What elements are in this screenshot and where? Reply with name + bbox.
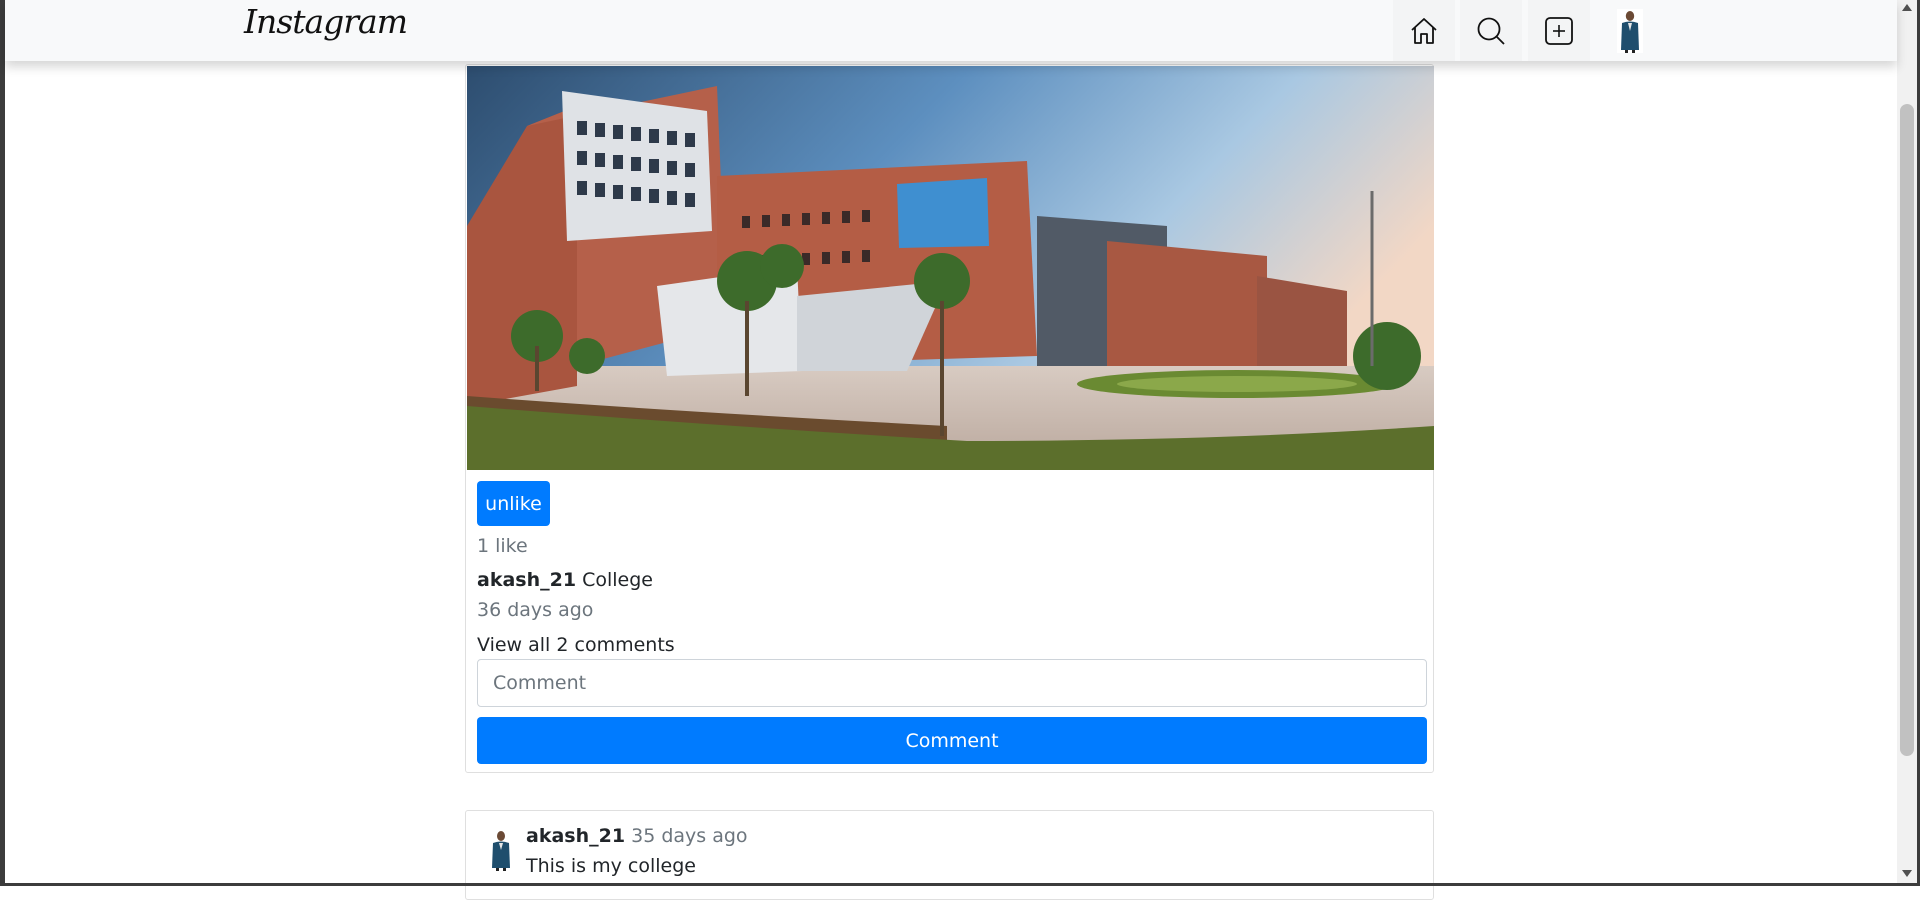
add-post-icon (1545, 16, 1573, 45)
window-frame-left (0, 0, 5, 886)
post-username[interactable]: akash_21 (477, 569, 576, 591)
comment-username[interactable]: akash_21 (526, 825, 625, 847)
search-button[interactable] (1460, 0, 1522, 61)
comment-submit-button[interactable]: Comment (477, 717, 1427, 764)
instagram-logo[interactable]: Instagram (244, 2, 408, 41)
view-all-comments-link[interactable]: View all 2 comments (477, 634, 675, 656)
commenter-avatar-icon[interactable] (488, 829, 514, 871)
comment-text: This is my college (526, 855, 696, 877)
add-post-button[interactable] (1528, 0, 1590, 61)
home-icon (1411, 17, 1437, 44)
search-icon (1477, 17, 1505, 45)
scroll-down-arrow-icon[interactable] (1902, 870, 1912, 877)
post-caption: akash_21 College (477, 569, 653, 591)
comment-list-item: akash_21 35 days ago This is my college (465, 810, 1434, 900)
post-image[interactable] (467, 66, 1434, 470)
comment-timestamp: 35 days ago (631, 825, 748, 847)
profile-avatar-icon (1617, 8, 1643, 53)
scrollbar-thumb[interactable] (1900, 104, 1914, 756)
profile-button[interactable] (1599, 0, 1661, 61)
caption-text: College (582, 569, 653, 591)
comment-header: akash_21 35 days ago (526, 825, 748, 847)
page-scrollbar[interactable] (1897, 0, 1917, 883)
home-button[interactable] (1393, 0, 1455, 61)
top-navbar: Instagram (5, 0, 1897, 61)
likes-count: 1 like (477, 535, 528, 557)
scroll-up-arrow-icon[interactable] (1902, 4, 1912, 11)
comment-input[interactable] (477, 659, 1427, 707)
unlike-button[interactable]: unlike (477, 481, 550, 526)
post-card: unlike 1 like akash_21 College 36 days a… (465, 64, 1434, 773)
post-timestamp: 36 days ago (477, 599, 594, 621)
